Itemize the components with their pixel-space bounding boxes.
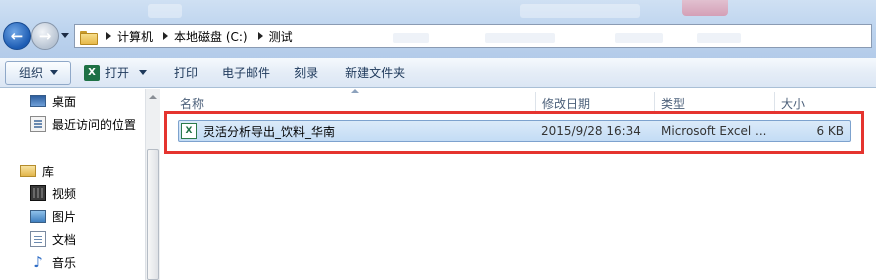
column-header-label: 修改日期 — [542, 96, 591, 111]
nav-item-label: 音乐 — [52, 255, 77, 270]
nav-item-videos[interactable]: 视频 — [30, 183, 76, 203]
arrow-left-icon: ← — [10, 27, 24, 45]
open-label: 打开 — [105, 66, 130, 80]
burn-label: 刻录 — [294, 66, 319, 80]
document-icon — [30, 231, 46, 247]
organize-button[interactable]: 组织 — [5, 60, 72, 85]
nav-item-library[interactable]: 库 — [20, 161, 54, 181]
window-titlebar: ← → 计算机 本地磁盘 (C:) 测试 — [0, 0, 876, 58]
nav-item-label: 视频 — [52, 186, 77, 201]
navigation-pane: 桌面 最近访问的位置 库 视频 图片 文档 ♪ 音乐 — [0, 89, 160, 280]
breadcrumb-local-disk[interactable]: 本地磁盘 (C:) — [174, 28, 248, 45]
chevron-right-icon[interactable] — [163, 32, 169, 40]
titlebar-ghost — [520, 4, 640, 18]
command-bar: 组织 X 打开 打印 电子邮件 刻录 新建文件夹 — [0, 58, 876, 88]
nav-item-label: 最近访问的位置 — [52, 117, 137, 132]
desktop-icon — [30, 95, 46, 107]
navigation-scrollbar[interactable] — [145, 89, 160, 280]
breadcrumb-test[interactable]: 测试 — [269, 28, 293, 45]
column-header-label: 类型 — [661, 96, 686, 111]
nav-item-label: 桌面 — [52, 94, 77, 109]
chevron-right-icon[interactable] — [257, 32, 263, 40]
picture-icon — [30, 209, 46, 223]
nav-item-label: 库 — [42, 164, 55, 179]
scrollbar-thumb[interactable] — [147, 149, 159, 280]
email-button[interactable]: 电子邮件 — [213, 61, 279, 85]
video-icon — [30, 185, 46, 201]
titlebar-ghost — [682, 0, 728, 16]
chevron-down-icon — [50, 70, 59, 75]
print-label: 打印 — [174, 66, 199, 80]
forward-button[interactable]: → — [31, 22, 59, 50]
nav-item-pictures[interactable]: 图片 — [30, 206, 76, 226]
arrow-right-icon: → — [38, 27, 52, 45]
organize-label: 组织 — [19, 66, 44, 80]
chevron-right-icon[interactable] — [106, 32, 111, 40]
address-ghost — [697, 33, 741, 43]
folder-icon — [80, 30, 98, 45]
new-folder-label: 新建文件夹 — [345, 66, 406, 80]
recent-pages-dropdown[interactable] — [61, 33, 69, 38]
column-header-label: 名称 — [180, 96, 205, 111]
back-button[interactable]: ← — [3, 22, 31, 50]
burn-button[interactable]: 刻录 — [285, 61, 327, 85]
nav-item-label: 文档 — [52, 232, 77, 247]
breadcrumb-computer[interactable]: 计算机 — [117, 28, 153, 45]
address-ghost — [615, 33, 663, 43]
library-icon — [20, 165, 36, 177]
email-label: 电子邮件 — [222, 66, 271, 80]
music-icon: ♪ — [33, 253, 43, 271]
nav-item-documents[interactable]: 文档 — [30, 229, 76, 249]
titlebar-ghost — [148, 4, 182, 18]
nav-item-music[interactable]: ♪ 音乐 — [30, 252, 76, 272]
highlight-annotation — [164, 111, 864, 154]
address-ghost — [393, 33, 429, 43]
address-ghost — [485, 33, 555, 43]
address-bar[interactable]: 计算机 本地磁盘 (C:) 测试 — [74, 24, 872, 48]
print-button[interactable]: 打印 — [165, 61, 207, 85]
column-header-label: 大小 — [781, 96, 806, 111]
chevron-down-icon — [139, 70, 148, 75]
nav-item-label: 图片 — [52, 209, 77, 224]
open-button[interactable]: X 打开 — [75, 61, 156, 85]
recent-places-icon — [30, 116, 46, 132]
new-folder-button[interactable]: 新建文件夹 — [336, 61, 414, 85]
excel-icon: X — [84, 64, 101, 81]
nav-item-recent-places[interactable]: 最近访问的位置 — [30, 114, 136, 134]
nav-item-desktop[interactable]: 桌面 — [30, 91, 76, 111]
scroll-up-icon[interactable] — [149, 95, 157, 99]
